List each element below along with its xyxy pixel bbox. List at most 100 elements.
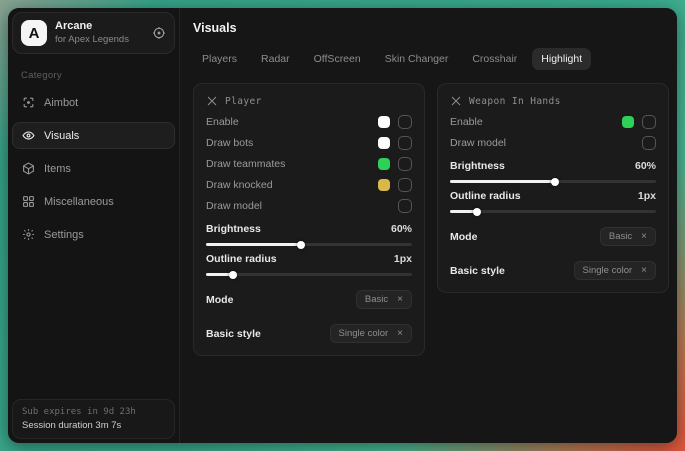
panel-title: Weapon In Hands (469, 96, 561, 107)
close-icon[interactable]: × (641, 266, 647, 276)
sidebar-item-items[interactable]: Items (12, 155, 175, 182)
crossed-swords-icon (206, 95, 218, 107)
tag-label: Basic style (450, 265, 505, 277)
toggle-label: Draw model (450, 137, 506, 149)
crossed-swords-icon (450, 95, 462, 107)
sidebar-item-label: Visuals (44, 130, 79, 142)
outline-radius-slider-block: Outline radius 1px (450, 190, 656, 213)
tab-highlight[interactable]: Highlight (532, 48, 591, 70)
page-title: Visuals (193, 21, 669, 35)
toggle-row: Draw knocked (206, 174, 412, 195)
checkbox[interactable] (642, 136, 656, 150)
slider-value: 60% (391, 223, 412, 235)
toggle-row: Draw model (450, 132, 656, 153)
checkbox[interactable] (398, 178, 412, 192)
tab-players[interactable]: Players (193, 48, 246, 70)
slider-label: Outline radius (450, 190, 521, 202)
subscription-card: Sub expires in 9d 23h Session duration 3… (12, 399, 175, 439)
eye-icon (22, 129, 35, 142)
basic-style-select[interactable]: Single color × (574, 261, 656, 280)
crosshair-icon (22, 96, 35, 109)
app-subtitle: for Apex Legends (55, 34, 144, 46)
mode-select[interactable]: Basic × (600, 227, 656, 246)
slider[interactable] (450, 180, 656, 183)
close-icon[interactable]: × (397, 329, 403, 339)
mode-row: Mode Basic × (450, 226, 656, 247)
slider-fill[interactable] (206, 273, 233, 276)
brand-card: A Arcane for Apex Legends (12, 12, 175, 54)
slider[interactable] (206, 243, 412, 246)
sidebar-item-label: Miscellaneous (44, 196, 114, 208)
player-panel: Player Enable Draw bots (193, 83, 425, 356)
toggle-label: Draw teammates (206, 158, 285, 170)
tab-crosshair[interactable]: Crosshair (463, 48, 526, 70)
slider[interactable] (450, 210, 656, 213)
slider-label: Outline radius (206, 253, 277, 265)
app-name: Arcane (55, 20, 144, 34)
tab-bar: Players Radar OffScreen Skin Changer Cro… (193, 48, 669, 70)
tag-label: Mode (206, 294, 233, 306)
color-swatch[interactable] (378, 179, 390, 191)
basic-style-select[interactable]: Single color × (330, 324, 412, 343)
mode-row: Mode Basic × (206, 289, 412, 310)
tag-label: Mode (450, 231, 477, 243)
basic-style-row: Basic style Single color × (206, 323, 412, 344)
sidebar-item-miscellaneous[interactable]: Miscellaneous (12, 188, 175, 215)
main-content: Visuals Players Radar OffScreen Skin Cha… (180, 8, 677, 443)
close-icon[interactable]: × (397, 295, 403, 305)
slider-value: 1px (638, 190, 656, 202)
sidebar-nav: Aimbot Visuals Items (12, 89, 175, 248)
color-swatch[interactable] (378, 158, 390, 170)
target-icon[interactable] (152, 26, 166, 40)
category-label: Category (21, 70, 175, 81)
outline-radius-slider-block: Outline radius 1px (206, 253, 412, 276)
checkbox[interactable] (398, 199, 412, 213)
slider-fill[interactable] (450, 180, 555, 183)
app-window: A Arcane for Apex Legends Category (8, 8, 677, 443)
tag-label: Basic style (206, 328, 261, 340)
sidebar-item-label: Aimbot (44, 97, 78, 109)
sidebar: A Arcane for Apex Legends Category (8, 8, 180, 443)
checkbox[interactable] (398, 115, 412, 129)
toggle-row: Draw teammates (206, 153, 412, 174)
gear-icon (22, 228, 35, 241)
slider-value: 1px (394, 253, 412, 265)
sidebar-item-aimbot[interactable]: Aimbot (12, 89, 175, 116)
tab-offscreen[interactable]: OffScreen (305, 48, 370, 70)
color-swatch[interactable] (622, 116, 634, 128)
brightness-slider-block: Brightness 60% (206, 223, 412, 246)
tab-radar[interactable]: Radar (252, 48, 299, 70)
slider-fill[interactable] (206, 243, 301, 246)
slider-label: Brightness (206, 223, 261, 235)
color-swatch[interactable] (378, 137, 390, 149)
sidebar-item-label: Settings (44, 229, 84, 241)
sidebar-item-visuals[interactable]: Visuals (12, 122, 175, 149)
brightness-slider-block: Brightness 60% (450, 160, 656, 183)
grid-icon (22, 195, 35, 208)
mode-select[interactable]: Basic × (356, 290, 412, 309)
color-swatch[interactable] (378, 116, 390, 128)
session-duration-text: Session duration 3m 7s (22, 420, 165, 431)
slider-fill[interactable] (450, 210, 477, 213)
cube-icon (22, 162, 35, 175)
checkbox[interactable] (642, 115, 656, 129)
slider-label: Brightness (450, 160, 505, 172)
slider[interactable] (206, 273, 412, 276)
tab-skin-changer[interactable]: Skin Changer (376, 48, 458, 70)
basic-style-row: Basic style Single color × (450, 260, 656, 281)
toggle-row: Draw model (206, 195, 412, 216)
toggle-label: Enable (206, 116, 239, 128)
sidebar-item-settings[interactable]: Settings (12, 221, 175, 248)
checkbox[interactable] (398, 136, 412, 150)
sidebar-item-label: Items (44, 163, 71, 175)
toggle-label: Draw knocked (206, 179, 273, 191)
slider-value: 60% (635, 160, 656, 172)
checkbox[interactable] (398, 157, 412, 171)
app-logo: A (21, 20, 47, 46)
sub-expiry-text: Sub expires in 9d 23h (22, 407, 165, 417)
toggle-label: Draw bots (206, 137, 253, 149)
close-icon[interactable]: × (641, 232, 647, 242)
toggle-row: Enable (206, 111, 412, 132)
toggle-row: Enable (450, 111, 656, 132)
toggle-label: Enable (450, 116, 483, 128)
